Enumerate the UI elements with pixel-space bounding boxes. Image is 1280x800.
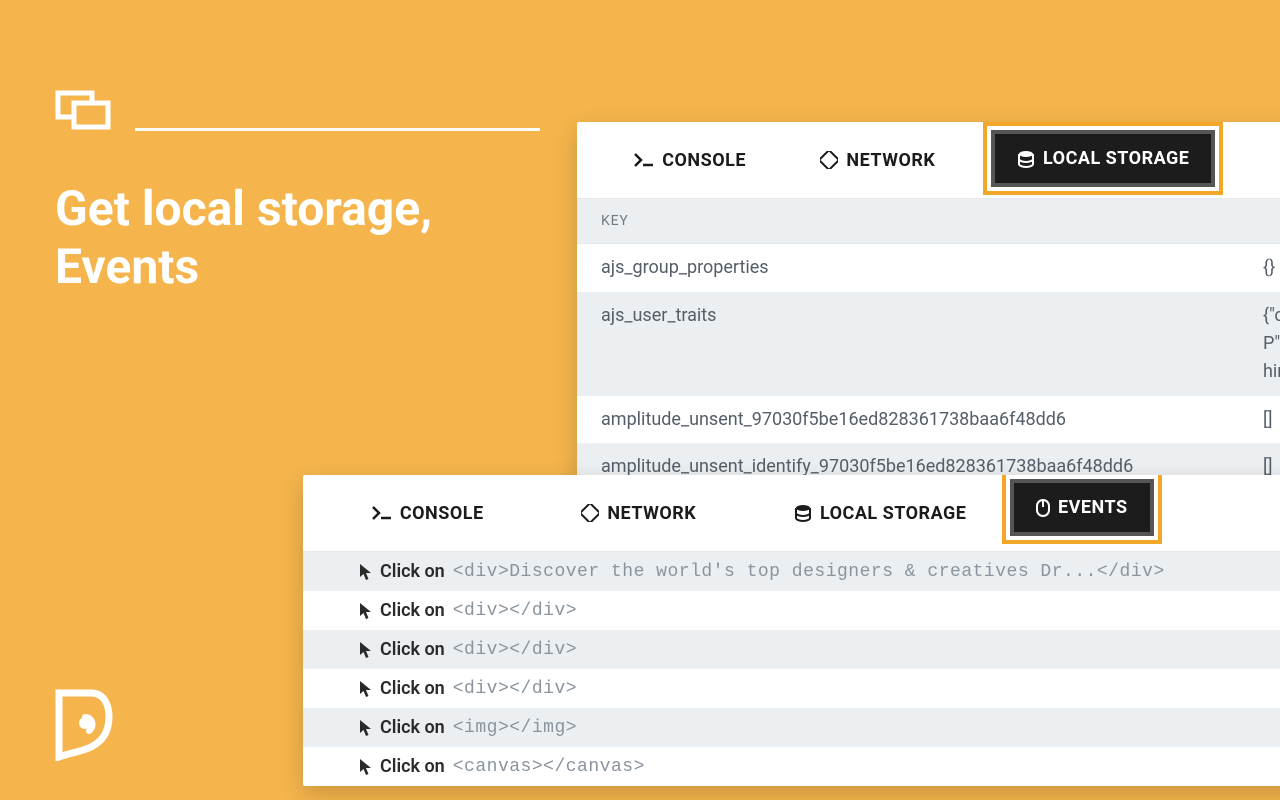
table-cell-key: amplitude_unsent_97030f5be16ed828361738b… — [601, 406, 1263, 434]
table-cell-value: {} — [1263, 254, 1280, 282]
promo-title-line2: Events — [55, 238, 199, 295]
tab-localstorage[interactable]: LOCAL STORAGE — [991, 130, 1215, 187]
network-icon — [581, 504, 599, 522]
overlap-icon — [55, 90, 111, 134]
tab-console[interactable]: CONSOLE — [372, 503, 484, 524]
cursor-icon — [359, 602, 372, 620]
database-icon — [1017, 150, 1035, 168]
event-action-label: Click on — [380, 678, 445, 699]
tab-network-label: NETWORK — [846, 150, 935, 171]
network-icon — [820, 151, 838, 169]
table-cell-value: {"c P" him — [1263, 302, 1280, 386]
database-icon — [794, 504, 812, 522]
active-tab-highlight: LOCAL STORAGE — [983, 122, 1223, 195]
tab-events[interactable]: EVENTS — [1010, 479, 1154, 536]
tab-console-label: CONSOLE — [662, 150, 746, 171]
mouse-icon — [1036, 499, 1050, 517]
tab-localstorage-label: LOCAL STORAGE — [1043, 148, 1189, 169]
promo-title: Get local storage, Events — [55, 180, 432, 295]
event-row[interactable]: Click on <img></img> — [303, 708, 1280, 747]
tab-network[interactable]: NETWORK — [820, 150, 935, 171]
brand-logo — [55, 689, 113, 765]
event-target-code: <div>Discover the world's top designers … — [453, 562, 1165, 582]
cursor-icon — [359, 563, 372, 581]
table-cell-key: ajs_group_properties — [601, 254, 1263, 282]
table-row[interactable]: ajs_user_traits{"c P" him — [577, 292, 1280, 396]
tab-network-label: NETWORK — [607, 503, 696, 524]
tab-console[interactable]: CONSOLE — [634, 150, 746, 171]
event-row[interactable]: Click on <div></div> — [303, 669, 1280, 708]
table-body: ajs_group_properties{}ajs_user_traits{"c… — [577, 244, 1280, 491]
event-action-label: Click on — [380, 561, 445, 582]
tab-localstorage-label: LOCAL STORAGE — [820, 503, 966, 524]
cursor-icon — [359, 719, 372, 737]
event-target-code: <img></img> — [453, 718, 577, 738]
table-row[interactable]: amplitude_unsent_97030f5be16ed828361738b… — [577, 396, 1280, 444]
promo-divider — [135, 128, 540, 131]
console-icon — [372, 505, 392, 521]
table-cell-value: [] — [1263, 406, 1280, 434]
cursor-icon — [359, 680, 372, 698]
event-row[interactable]: Click on <div></div> — [303, 630, 1280, 669]
cursor-icon — [359, 758, 372, 776]
tab-console-label: CONSOLE — [400, 503, 484, 524]
table-row[interactable]: ajs_group_properties{} — [577, 244, 1280, 292]
table-header: KEY VA — [577, 198, 1280, 244]
event-action-label: Click on — [380, 600, 445, 621]
event-action-label: Click on — [380, 639, 445, 660]
event-target-code: <div></div> — [453, 640, 577, 660]
event-target-code: <div></div> — [453, 679, 577, 699]
table-header-key: KEY — [601, 213, 1263, 229]
events-list: Click on <div>Discover the world's top de… — [303, 551, 1280, 786]
event-row[interactable]: Click on <div></div> — [303, 591, 1280, 630]
tab-events-label: EVENTS — [1058, 497, 1128, 518]
tab-localstorage[interactable]: LOCAL STORAGE — [794, 503, 966, 524]
event-action-label: Click on — [380, 756, 445, 777]
event-target-code: <canvas></canvas> — [453, 757, 645, 777]
event-target-code: <div></div> — [453, 601, 577, 621]
cursor-icon — [359, 641, 372, 659]
active-tab-highlight: EVENTS — [1002, 475, 1162, 544]
console-icon — [634, 152, 654, 168]
event-row[interactable]: Click on <div>Discover the world's top de… — [303, 552, 1280, 591]
table-header-value: VA — [1263, 213, 1280, 229]
table-cell-key: ajs_user_traits — [601, 302, 1263, 386]
promo-title-line1: Get local storage, — [55, 180, 432, 237]
event-action-label: Click on — [380, 717, 445, 738]
event-row[interactable]: Click on <canvas></canvas> — [303, 747, 1280, 786]
tab-network[interactable]: NETWORK — [581, 503, 696, 524]
